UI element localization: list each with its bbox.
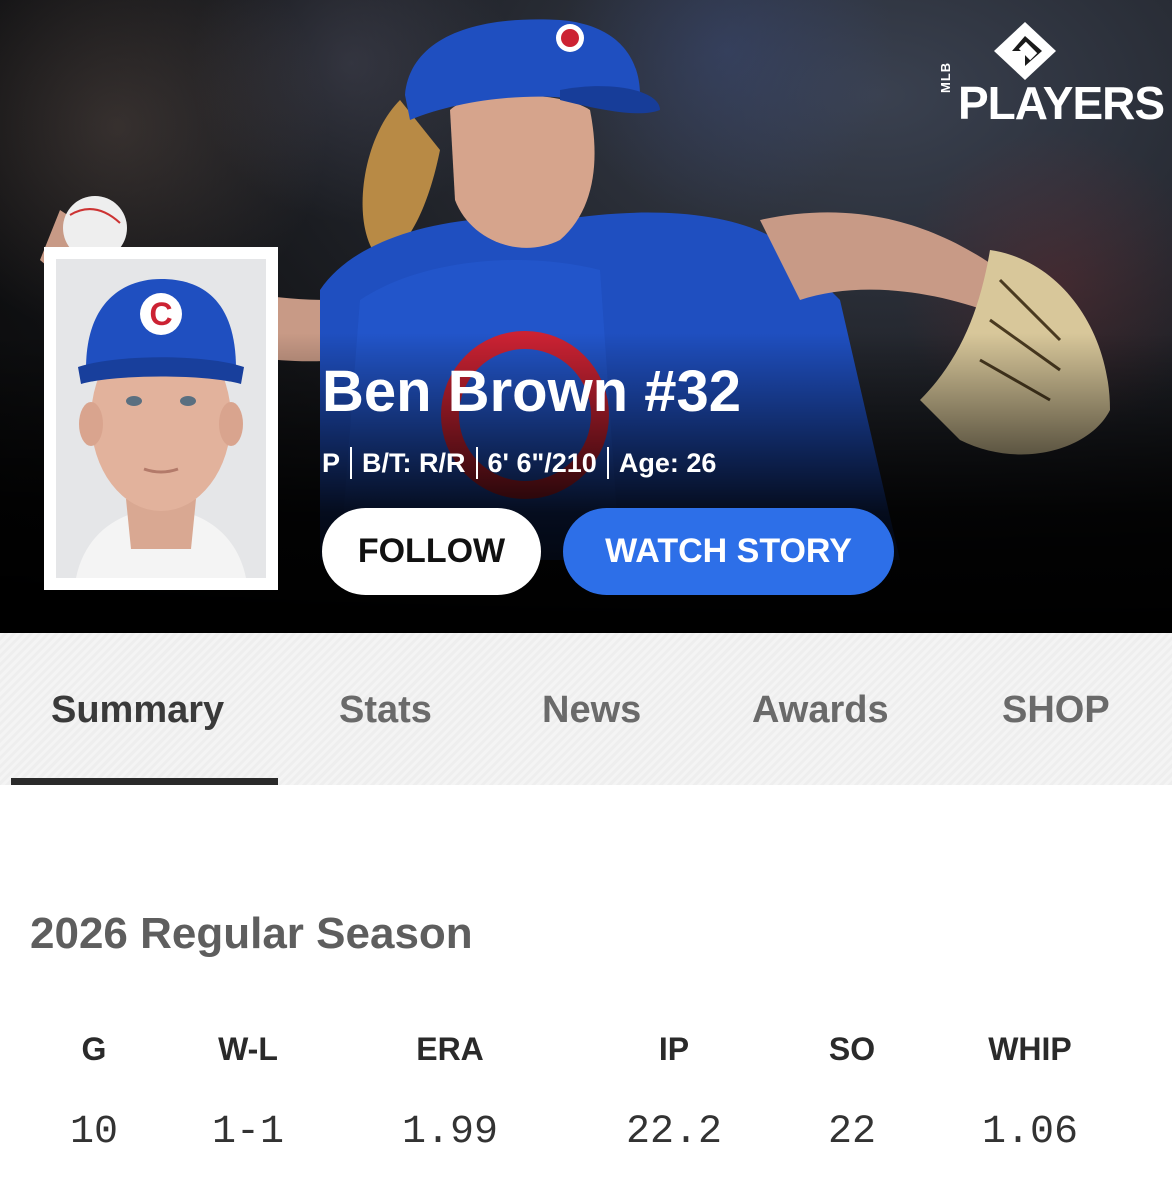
stat-value-ip: 22.2 [625,1110,723,1155]
stat-header-ip: IP [658,1031,690,1067]
tab-summary[interactable]: Summary [51,688,224,732]
follow-button[interactable]: FOLLOW [322,508,541,595]
headshot-portrait: C [56,259,266,578]
player-headshot: C [44,247,278,590]
player-bats-throws: B/T: R/R [362,447,466,478]
active-tab-indicator [11,778,278,785]
tab-awards[interactable]: Awards [752,688,889,732]
stat-value-w-l: 1-1 [211,1110,285,1155]
logo-mlb-text: MLB [938,61,953,93]
headshot-photo: C [56,259,266,578]
meta-divider [350,447,353,479]
svg-text:C: C [149,296,172,332]
stat-value-whip: 1.06 [981,1110,1079,1155]
watch-story-button[interactable]: WATCH STORY [563,508,894,595]
stat-header-so: SO [828,1031,876,1067]
stat-value-so: 22 [827,1110,877,1155]
meta-divider [606,447,609,479]
stat-header-whip: WHIP [988,1031,1072,1067]
tab-news[interactable]: News [542,688,641,732]
stat-header-g: G [81,1031,107,1067]
stat-value-era: 1.99 [401,1110,499,1155]
meta-divider [475,447,478,479]
stat-header-w-l: W-L [218,1031,278,1067]
mlbpa-diamond-icon [994,22,1056,80]
player-hero: MLB PLAYERS C Ben Brown #32 P B/T: R/R 6… [0,0,1172,633]
stat-header-era: ERA [416,1031,484,1067]
season-title: 2026 Regular Season [30,909,473,958]
tab-shop[interactable]: SHOP [1002,688,1110,732]
player-height-weight: 6' 6"/210 [487,447,597,478]
player-position: P [322,447,341,478]
tab-stats[interactable]: Stats [339,688,432,732]
logo-players-text: PLAYERS [958,77,1165,129]
player-name: Ben Brown #32 [322,359,741,424]
player-age: Age: 26 [618,447,717,478]
mlb-players-logo[interactable]: MLB PLAYERS [932,18,1165,133]
player-meta: P B/T: R/R 6' 6"/210 Age: 26 [322,445,716,481]
stat-value-g: 10 [69,1110,119,1155]
